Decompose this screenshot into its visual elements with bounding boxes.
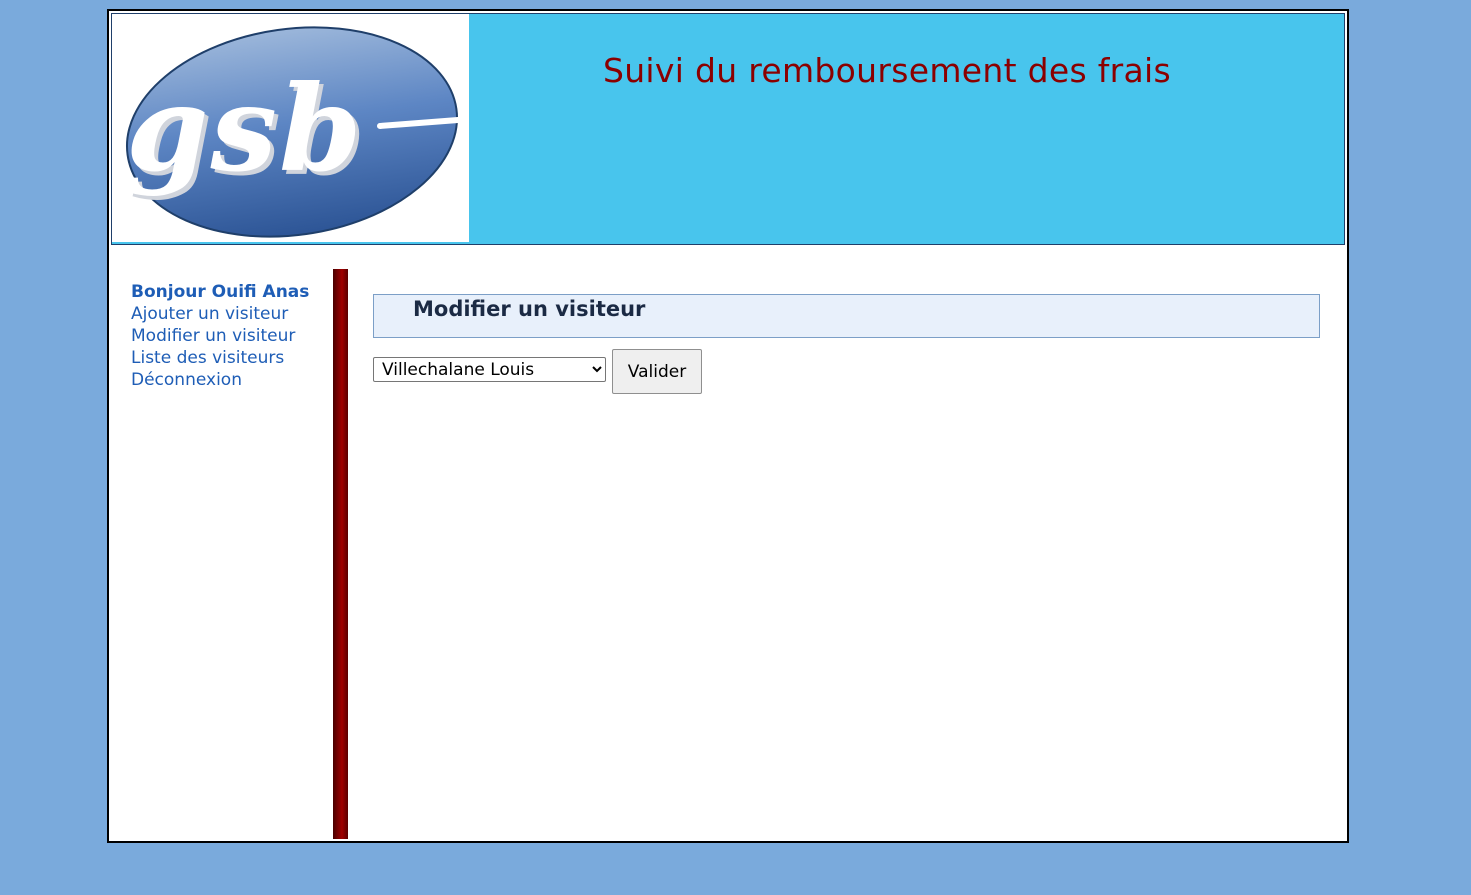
sidebar-menu: Bonjour Ouifi Anas Ajouter un visiteur M…	[131, 281, 331, 391]
user-greeting: Bonjour Ouifi Anas	[131, 282, 310, 302]
menu-item-ajouter-visiteur[interactable]: Ajouter un visiteur	[131, 304, 288, 324]
gsb-logo: gsb gsb	[112, 14, 469, 242]
menu-item-liste-visiteurs[interactable]: Liste des visiteurs	[131, 348, 284, 368]
svg-text:gsb: gsb	[126, 59, 363, 198]
visitor-select[interactable]: Villechalane Louis	[373, 357, 606, 382]
site-title: Suivi du remboursement des frais	[602, 51, 1172, 90]
menu-item-modifier-visiteur[interactable]: Modifier un visiteur	[131, 326, 295, 346]
page-container: gsb gsb Suivi du remboursement des frais…	[107, 9, 1349, 843]
header-banner: gsb gsb Suivi du remboursement des frais	[111, 13, 1345, 245]
valider-button[interactable]: Valider	[612, 349, 702, 394]
content-title: Modifier un visiteur	[413, 297, 646, 321]
content-title-box: Modifier un visiteur	[373, 294, 1320, 338]
sidebar-separator	[333, 269, 348, 839]
menu-item-deconnexion[interactable]: Déconnexion	[131, 370, 242, 390]
